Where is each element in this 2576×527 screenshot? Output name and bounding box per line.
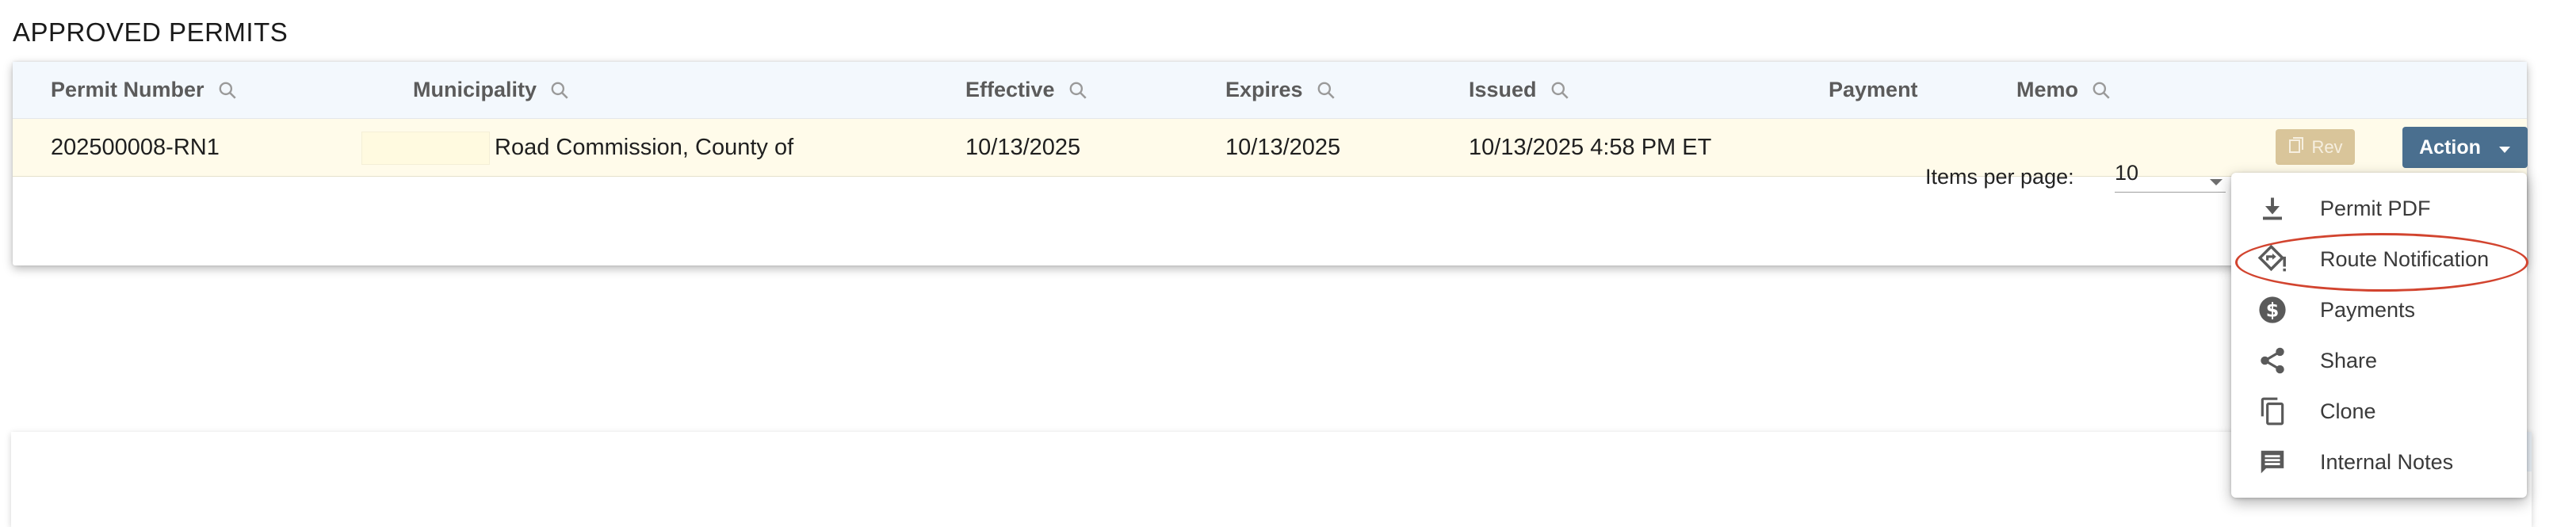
download-icon <box>2255 191 2290 226</box>
column-header-issued[interactable]: Issued <box>1469 62 1570 118</box>
column-header-expires[interactable]: Expires <box>1225 62 1336 118</box>
permits-table-card: Permit Number Municipality Effective Exp… <box>13 62 2528 265</box>
action-menu: Permit PDF Route Notification $ Payments… <box>2231 173 2527 498</box>
menu-item-internal-notes[interactable]: Internal Notes <box>2231 437 2527 487</box>
search-icon[interactable] <box>1550 80 1570 101</box>
table-header: Permit Number Municipality Effective Exp… <box>13 62 2527 119</box>
search-icon[interactable] <box>549 80 570 101</box>
menu-item-payments[interactable]: $ Payments <box>2231 285 2527 335</box>
menu-item-clone[interactable]: Clone <box>2231 386 2527 437</box>
copy-icon <box>2255 394 2290 429</box>
column-header-effective[interactable]: Effective <box>965 62 1088 118</box>
issued-cell: 10/13/2025 4:58 PM ET <box>1469 134 1712 160</box>
menu-item-permit-pdf[interactable]: Permit PDF <box>2231 183 2527 234</box>
search-icon[interactable] <box>1316 80 1336 101</box>
items-per-page-select[interactable]: 10 <box>2115 154 2226 193</box>
column-header-memo[interactable]: Memo <box>2016 62 2112 118</box>
share-icon <box>2255 343 2290 378</box>
action-button[interactable]: Action <box>2402 127 2528 168</box>
municipality-highlight <box>361 132 490 165</box>
route-notification-highlight <box>2235 233 2528 292</box>
column-header-permit-number[interactable]: Permit Number <box>51 62 238 118</box>
comment-icon <box>2255 445 2290 479</box>
svg-text:$: $ <box>2266 300 2280 322</box>
dollar-icon: $ <box>2255 292 2290 327</box>
page-title: APPROVED PERMITS <box>13 17 289 47</box>
expires-date-cell: 10/13/2025 <box>1225 134 1341 160</box>
chevron-down-icon <box>2208 168 2224 193</box>
search-icon[interactable] <box>217 80 238 101</box>
search-icon[interactable] <box>1068 80 1088 101</box>
permit-number-cell: 202500008-RN1 <box>51 134 220 160</box>
search-icon[interactable] <box>2091 80 2112 101</box>
copy-icon <box>2287 135 2307 160</box>
secondary-card <box>11 432 2532 527</box>
caret-down-icon <box>2498 136 2511 159</box>
column-header-payment: Payment <box>1829 78 1918 101</box>
rev-button[interactable]: Rev <box>2276 129 2355 165</box>
effective-date-cell: 10/13/2025 <box>965 134 1081 160</box>
menu-item-share[interactable]: Share <box>2231 335 2527 386</box>
items-per-page-label: Items per page: <box>1925 165 2074 189</box>
municipality-cell: Road Commission, County of <box>495 134 794 160</box>
column-header-municipality[interactable]: Municipality <box>413 62 570 118</box>
